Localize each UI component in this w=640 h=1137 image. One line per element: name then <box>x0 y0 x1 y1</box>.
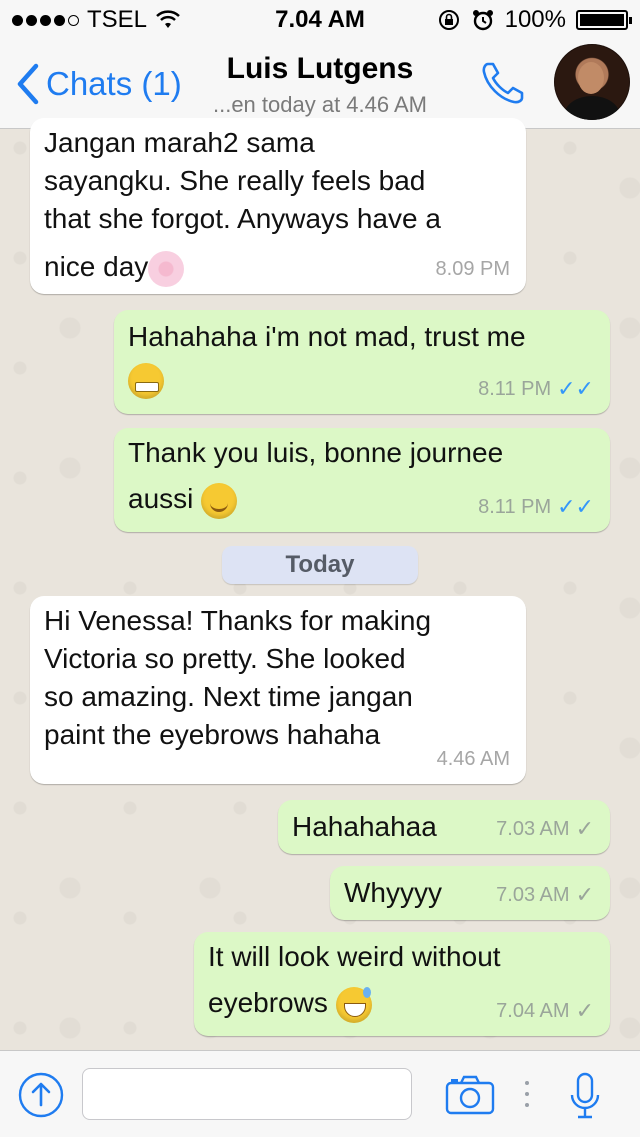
message-bubble-outgoing[interactable]: Hahahaha i'm not mad, trust me 8.11 PM ✓… <box>114 310 610 414</box>
message-bubble-outgoing[interactable]: It will look weird without eyebrows 7.04… <box>194 932 610 1036</box>
message-bubble-incoming[interactable]: Hi Venessa! Thanks for making Victoria s… <box>30 596 526 784</box>
grimacing-emoji-icon <box>128 362 164 399</box>
message-line: that she forgot. Anyways have a <box>44 203 441 234</box>
lock-rotation-icon <box>438 10 459 30</box>
conversation-header: Chats (1) Luis Lutgens ...en today at 4.… <box>0 40 640 129</box>
alarm-icon <box>472 10 493 31</box>
message-time: 8.11 PM <box>478 378 552 400</box>
message-line: eyebrows <box>208 987 328 1018</box>
back-label: Chats (1) <box>46 65 182 102</box>
avatar[interactable] <box>554 44 630 120</box>
message-line: Hahahaha i'm not mad, trust me <box>128 321 526 352</box>
battery-label: 100% <box>504 6 566 33</box>
double-check-read-icon: ✓✓ <box>557 494 594 519</box>
message-meta: 7.04 AM ✓ <box>496 992 594 1030</box>
message-line: Jangan marah2 sama <box>44 127 315 158</box>
message-meta: 7.03 AM ✓ <box>496 810 594 848</box>
double-check-read-icon: ✓✓ <box>557 376 594 401</box>
message-time: 4.46 AM <box>436 748 510 770</box>
check-delivered-icon: ✓ <box>575 998 594 1023</box>
message-meta: 8.11 PM ✓✓ <box>478 488 594 526</box>
message-time: 8.11 PM <box>478 496 552 518</box>
message-time: 7.04 AM <box>496 1000 570 1022</box>
last-seen: ...en today at 4.46 AM <box>212 92 428 117</box>
cherry-blossom-emoji-icon <box>148 250 185 287</box>
sweat-smile-emoji-icon <box>335 986 372 1023</box>
message-meta: 7.03 AM ✓ <box>496 876 594 914</box>
message-composer <box>0 1050 640 1137</box>
message-time: 7.03 AM <box>496 884 570 906</box>
contact-name: Luis Lutgens <box>226 52 414 85</box>
message-bubble-outgoing[interactable]: Hahahahaa 7.03 AM ✓ <box>278 800 610 854</box>
message-line: Thank you luis, bonne journee <box>128 437 504 468</box>
smiling-emoji-icon <box>201 482 238 519</box>
share-arrow-icon[interactable] <box>18 1072 64 1118</box>
message-bubble-outgoing[interactable]: Whyyyy 7.03 AM ✓ <box>330 866 610 920</box>
check-delivered-icon: ✓ <box>575 816 594 841</box>
microphone-icon[interactable] <box>568 1071 602 1121</box>
message-time: 8.09 PM <box>435 258 510 280</box>
message-meta: 4.46 AM <box>437 740 510 778</box>
day-separator: Today <box>222 546 418 584</box>
message-time: 7.03 AM <box>496 818 570 840</box>
message-line: nice day <box>44 251 149 282</box>
message-meta: 8.09 PM <box>436 250 510 288</box>
message-line: It will look weird without <box>208 941 501 972</box>
status-bar-right: 100% <box>437 6 632 34</box>
message-line: aussi <box>128 483 194 514</box>
message-line: sayangku. She really feels bad <box>44 165 426 196</box>
camera-icon[interactable] <box>444 1073 496 1117</box>
message-line: Victoria so pretty. She looked <box>44 643 406 674</box>
chevron-left-icon <box>17 63 39 105</box>
back-button[interactable]: Chats (1) <box>14 62 182 106</box>
battery-icon <box>576 10 632 30</box>
message-line: so amazing. Next time jangan <box>44 681 413 712</box>
contact-info[interactable]: Luis Lutgens ...en today at 4.46 AM <box>190 52 450 118</box>
message-meta: 8.11 PM ✓✓ <box>478 370 594 408</box>
message-line: Hi Venessa! Thanks for making <box>44 605 432 636</box>
message-text: Hi Venessa! Thanks for making Victoria s… <box>44 602 512 754</box>
check-delivered-icon: ✓ <box>575 882 594 907</box>
phone-icon[interactable] <box>478 58 528 108</box>
status-bar: TSEL 7.04 AM 100% <box>0 0 640 40</box>
message-bubble-incoming[interactable]: Jangan marah2 sama sayangku. She really … <box>30 118 526 294</box>
separator-dots-icon <box>525 1081 529 1107</box>
message-bubble-outgoing[interactable]: Thank you luis, bonne journee aussi 8.11… <box>114 428 610 532</box>
message-input[interactable] <box>82 1068 412 1120</box>
